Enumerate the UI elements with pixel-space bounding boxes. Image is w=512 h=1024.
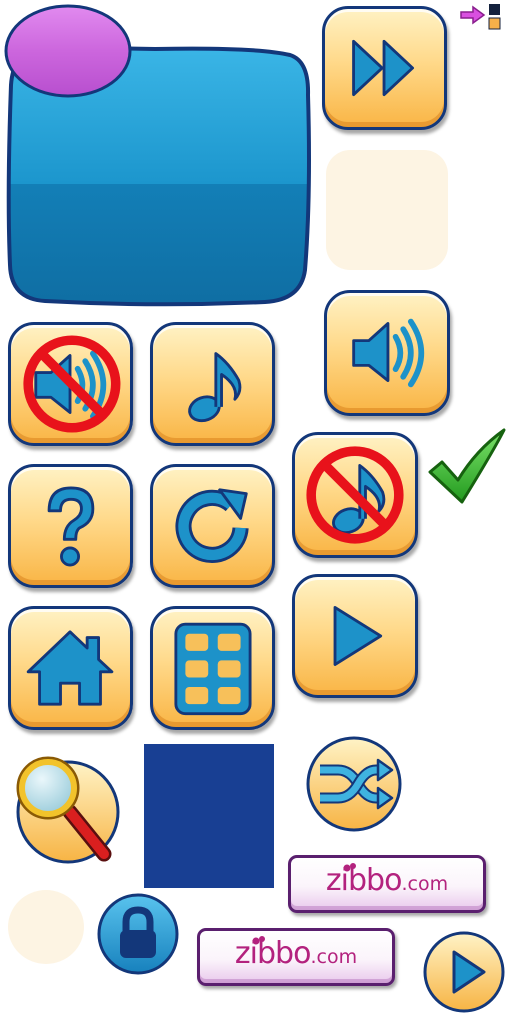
play-button[interactable] (292, 574, 418, 698)
restart-button[interactable] (150, 464, 275, 588)
music-button[interactable] (150, 322, 275, 446)
shuffle-icon (306, 736, 402, 832)
help-button[interactable] (8, 464, 133, 588)
home-button[interactable] (8, 606, 133, 730)
restart-icon (175, 488, 249, 563)
zibbo-logo: zibbo.com (325, 863, 449, 898)
zibbo-logo-button[interactable]: zibbo.com (197, 928, 395, 986)
music-off-button[interactable] (292, 432, 418, 558)
navy-block (144, 744, 274, 888)
sound-on-button[interactable] (324, 290, 450, 416)
lock-icon (97, 893, 179, 975)
sound-off-icon (23, 335, 121, 433)
zibbo-logo: zibbo.com (234, 936, 358, 971)
level-grid-button[interactable] (150, 606, 275, 730)
arrow-right-icon (458, 2, 510, 32)
sound-on-icon (352, 318, 425, 388)
magnifier-button[interactable] (12, 750, 120, 866)
level-grid-icon (174, 622, 252, 716)
shuffle-button[interactable] (304, 736, 404, 832)
zibbo-logo-button[interactable]: zibbo.com (288, 855, 486, 913)
empty-slot (326, 150, 448, 270)
check-icon (428, 428, 508, 506)
panel-badge (3, 3, 133, 99)
home-icon (26, 630, 114, 706)
play-icon (333, 606, 383, 666)
lock-button[interactable] (96, 892, 180, 976)
magnifier-icon (16, 756, 120, 864)
music-note-icon (188, 352, 242, 423)
fast-forward-button[interactable] (322, 6, 447, 130)
empty-slot-round (8, 890, 84, 964)
play-round-button[interactable] (422, 930, 506, 1014)
fast-forward-icon (352, 39, 414, 97)
help-icon (47, 486, 95, 567)
music-off-icon (306, 446, 404, 544)
sound-off-button[interactable] (8, 322, 133, 446)
play-icon (423, 931, 505, 1013)
